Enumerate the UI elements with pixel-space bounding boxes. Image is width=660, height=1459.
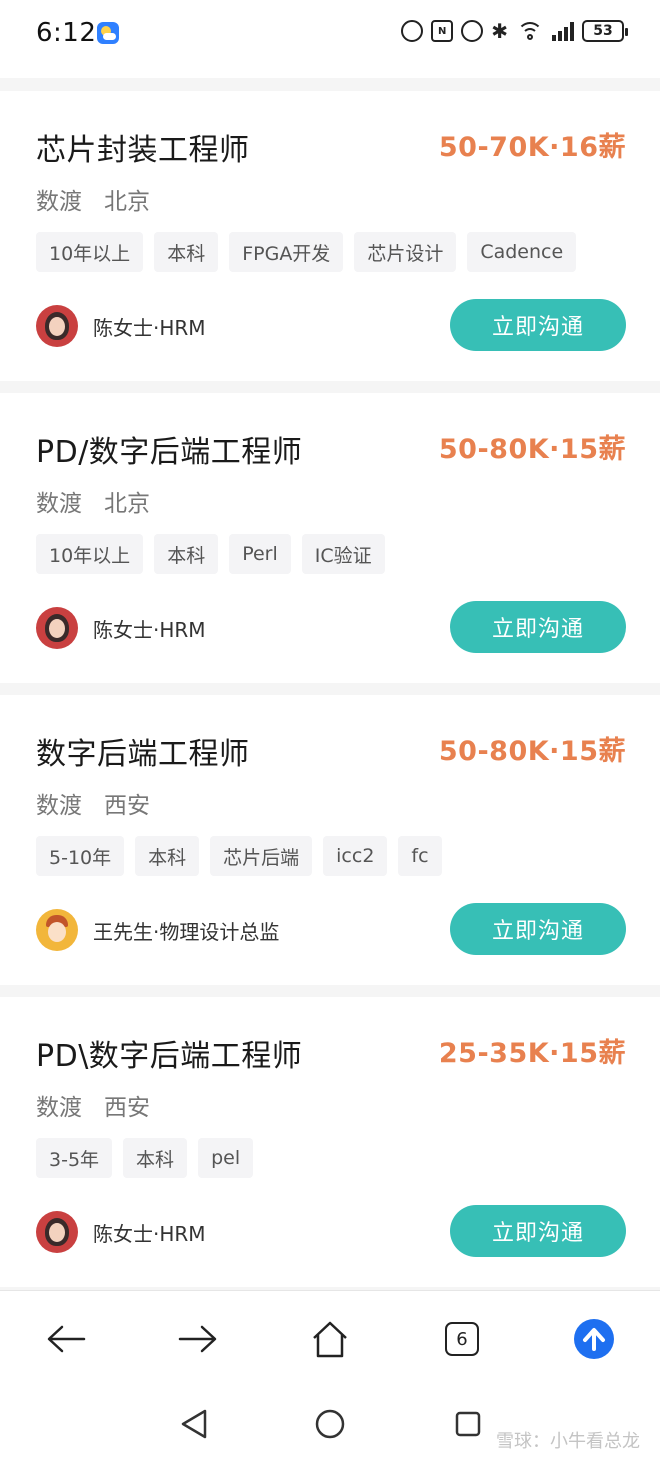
job-salary: 25-35K·15薪 (438, 1038, 626, 1069)
battery-icon: 53 (582, 20, 628, 42)
job-tag: 10年以上 (36, 232, 144, 272)
bottom-navigation: 6 雪球：小牛看总龙 (0, 1290, 660, 1459)
job-company-location: 数渡 西安 (36, 786, 172, 820)
recruiter: 陈女士·HRM (36, 1211, 206, 1253)
recruiter: 陈女士·HRM (36, 607, 206, 649)
job-title: PD\数字后端工程师 (36, 1039, 303, 1074)
recruiter-avatar (36, 607, 78, 649)
job-card[interactable]: 芯片封装工程师 50-70K·16薪 数渡 北京 10年以上 本科 FPGA开发 … (0, 91, 660, 381)
forward-arrow-icon[interactable] (176, 1317, 220, 1361)
hd-icon (401, 20, 424, 42)
job-tag: Cadence (467, 232, 577, 272)
recruiter: 陈女士·HRM (36, 305, 206, 347)
job-tag: 芯片设计 (354, 232, 457, 272)
job-tag: fc (398, 836, 442, 876)
weather-icon (97, 22, 119, 44)
job-tag: 3-5年 (36, 1138, 113, 1178)
job-tag: 10年以上 (36, 534, 144, 574)
status-icons: N ✱ 53 (401, 19, 628, 43)
upload-icon[interactable] (572, 1317, 616, 1361)
status-bar: 6:12 N ✱ 53 (0, 0, 660, 78)
job-city: 北京 (104, 189, 150, 215)
job-card[interactable]: PD/数字后端工程师 50-80K·15薪 数渡 北京 10年以上 本科 Perl… (0, 393, 660, 683)
chat-now-button[interactable]: 立即沟通 (450, 903, 626, 955)
chat-now-button[interactable]: 立即沟通 (450, 299, 626, 351)
job-tag: pel (198, 1138, 254, 1178)
recruiter-avatar (36, 1211, 78, 1253)
job-tags: 10年以上 本科 Perl IC验证 (36, 534, 385, 574)
job-tags: 10年以上 本科 FPGA开发 芯片设计 Cadence (36, 232, 577, 272)
recruiter-name: 王先生·物理设计总监 (93, 919, 280, 944)
job-salary: 50-70K·16薪 (438, 132, 626, 163)
recruiter-name: 陈女士·HRM (93, 617, 206, 642)
company-name: 数渡 (36, 1095, 82, 1121)
job-tag: 本科 (135, 836, 200, 876)
recruiter-avatar (36, 909, 78, 951)
job-card[interactable]: PD\数字后端工程师 25-35K·15薪 数渡 西安 3-5年 本科 pel 陈… (0, 997, 660, 1287)
job-city: 北京 (104, 491, 150, 517)
job-city: 西安 (104, 793, 150, 819)
job-title: 芯片封装工程师 (36, 133, 250, 168)
watermark: 雪球：小牛看总龙 (496, 1431, 640, 1452)
home-icon[interactable] (308, 1317, 352, 1361)
home-circle-icon[interactable] (310, 1404, 350, 1444)
company-name: 数渡 (36, 793, 82, 819)
company-name: 数渡 (36, 491, 82, 517)
job-tag: 本科 (154, 232, 219, 272)
recents-square-icon[interactable] (448, 1404, 488, 1444)
recruiter-name: 陈女士·HRM (93, 315, 206, 340)
signal-icon (552, 21, 574, 41)
status-time: 6:12 (36, 18, 97, 48)
job-tag: icc2 (323, 836, 388, 876)
company-name: 数渡 (36, 189, 82, 215)
wifi-icon (516, 20, 544, 42)
job-salary: 50-80K·15薪 (438, 434, 626, 465)
recruiter: 王先生·物理设计总监 (36, 909, 279, 951)
chat-now-button[interactable]: 立即沟通 (450, 601, 626, 653)
alarm-icon (461, 20, 484, 42)
job-tags: 3-5年 本科 pel (36, 1138, 254, 1178)
job-tag: IC验证 (301, 534, 385, 574)
tabs-icon[interactable]: 6 (440, 1317, 484, 1361)
chat-now-button[interactable]: 立即沟通 (450, 1205, 626, 1257)
nfc-icon: N (431, 20, 454, 42)
job-tag: Perl (229, 534, 291, 574)
job-tag: FPGA开发 (229, 232, 344, 272)
job-tag: 芯片后端 (210, 836, 313, 876)
recruiter-name: 陈女士·HRM (93, 1221, 206, 1246)
back-arrow-icon[interactable] (44, 1317, 88, 1361)
job-tags: 5-10年 本科 芯片后端 icc2 fc (36, 836, 442, 876)
job-title: 数字后端工程师 (36, 737, 250, 772)
job-tag: 本科 (123, 1138, 188, 1178)
job-company-location: 数渡 北京 (36, 182, 172, 216)
tab-count: 6 (445, 1322, 479, 1356)
job-card[interactable]: 数字后端工程师 50-80K·15薪 数渡 西安 5-10年 本科 芯片后端 ic… (0, 695, 660, 985)
job-company-location: 数渡 北京 (36, 484, 172, 518)
job-city: 西安 (104, 1095, 150, 1121)
job-tag: 5-10年 (36, 836, 125, 876)
back-triangle-icon[interactable] (174, 1404, 214, 1444)
job-company-location: 数渡 西安 (36, 1088, 172, 1122)
job-tag: 本科 (154, 534, 219, 574)
bluetooth-icon: ✱ (491, 19, 508, 43)
job-title: PD/数字后端工程师 (36, 435, 303, 470)
job-salary: 50-80K·15薪 (438, 736, 626, 767)
recruiter-avatar (36, 305, 78, 347)
